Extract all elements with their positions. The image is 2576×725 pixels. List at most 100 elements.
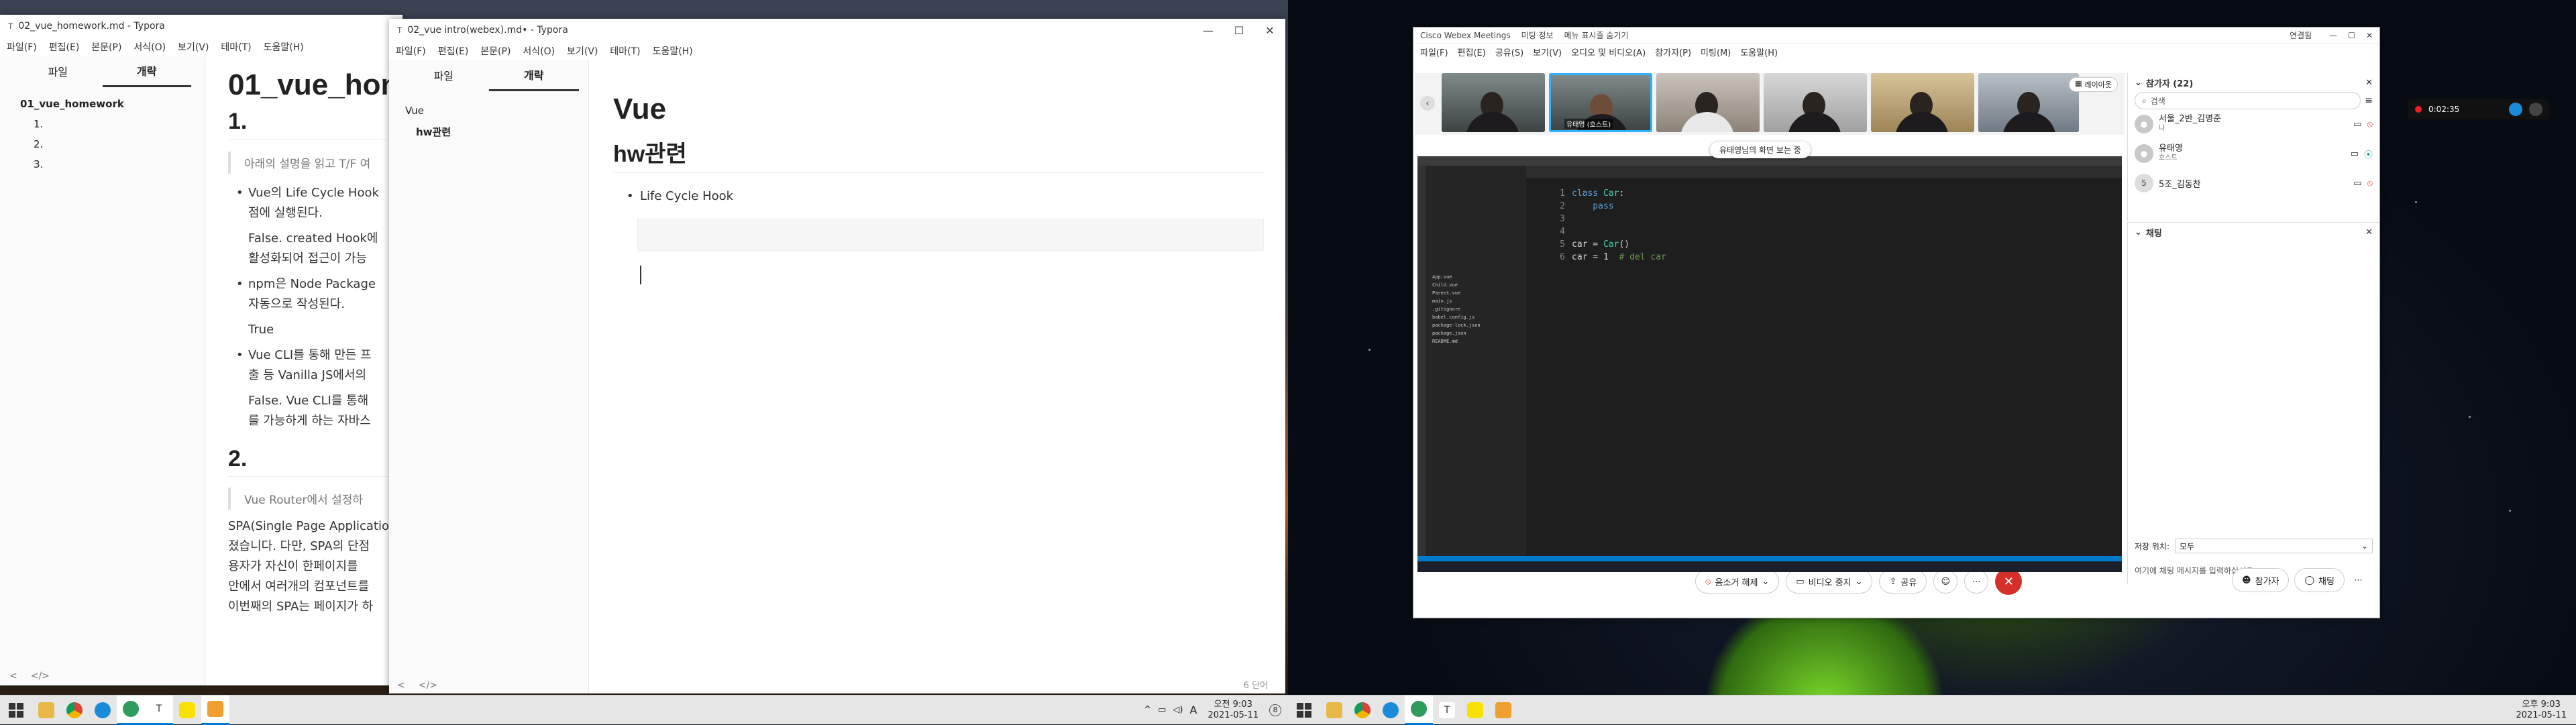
video-tile[interactable] [1871,73,1974,132]
chevron-left-icon[interactable]: < [397,680,405,691]
menu-edit[interactable]: 편집(E) [438,44,469,58]
webex-meetings-icon[interactable] [117,695,145,725]
notification-badge[interactable]: 8 [1269,704,1281,716]
shared-screen[interactable]: App.vue Child.vue Parent.vue main.js .gitign… [1417,156,2122,572]
participant-row[interactable]: ● 유태영 호스트 ▭ ⦿ [2128,139,2379,168]
menu-format[interactable]: 서식(O) [133,40,166,54]
share-button[interactable]: ⇪ 공유 [1879,569,1927,594]
typora-back-editor[interactable]: 01_vue_hom 1. 아래의 설명을 읽고 T/F 여 • Vue의 Li… [228,68,402,617]
source-code-icon[interactable]: </> [31,671,50,681]
volume-icon[interactable]: ◁) [1173,705,1183,715]
layout-button[interactable]: ▦ 레이아웃 [2069,77,2118,92]
hide-menu-link[interactable]: 메뉴 표시줄 숨기기 [1564,30,1629,41]
clock[interactable]: 오후 9:03 2021-05-11 [2516,700,2576,721]
tab-outline[interactable]: 개략 [488,60,579,91]
tab-outline[interactable]: 개략 [102,56,191,87]
collapse-icon[interactable]: ⌄ [2135,227,2142,237]
menu-view[interactable]: 보기(V) [1533,46,1562,58]
reactions-button[interactable]: ☺ [1933,569,1958,594]
app-icon[interactable] [1489,695,1517,725]
menu-edit[interactable]: 편집(E) [1458,46,1486,58]
chat-to-select[interactable]: 모두 ⌄ [2175,539,2373,553]
video-tile[interactable] [1442,73,1545,132]
menu-audio-video[interactable]: 오디오 및 비디오(A) [1571,46,1646,58]
share-stop-icon[interactable] [2509,103,2522,116]
collapse-icon[interactable]: ⌄ [2135,78,2142,88]
menu-file[interactable]: 파일(F) [7,40,37,54]
close-icon[interactable]: ✕ [2365,78,2373,88]
menu-theme[interactable]: 테마(T) [610,44,640,58]
menu-share[interactable]: 공유(S) [1495,46,1523,58]
outline-item[interactable]: hw관련 [389,121,588,143]
participant-row[interactable]: ● 서울_2반_김명준 나 ▭ ⦸ [2128,109,2379,139]
typora-back-window[interactable]: T 02_vue_homework.md - Typora 파일(F) 편집(E… [0,15,402,685]
typora-front-window[interactable]: T 02_vue intro(webex).md• - Typora — ☐ ✕… [389,19,1285,693]
maximize-icon[interactable]: ☐ [1224,19,1254,42]
file-explorer-icon[interactable] [32,695,60,725]
kakaotalk-icon[interactable] [173,695,201,725]
file-explorer-icon[interactable] [1320,695,1348,725]
menu-file[interactable]: 파일(F) [396,44,426,58]
webex-titlebar[interactable]: Cisco Webex Meetings 미팅 정보 메뉴 표시줄 숨기기 연결… [1413,27,2379,44]
tab-files[interactable]: 파일 [13,56,103,86]
ime-indicator[interactable]: A [1189,704,1197,716]
video-tile[interactable] [1978,73,2079,132]
close-icon[interactable]: ✕ [1254,19,1285,42]
meeting-info-link[interactable]: 미팅 정보 [1521,30,1554,41]
menu-meeting[interactable]: 미팅(M) [1701,46,1731,58]
menu-view[interactable]: 보기(V) [178,40,209,54]
typora-front-editor[interactable]: Vue hw관련 • Life Cycle Hook [613,93,1264,284]
minimize-icon[interactable]: — [1193,19,1224,42]
strip-prev-icon[interactable]: ‹ [1420,96,1435,111]
participant-row[interactable]: 5 5조_김동찬 ▭ ⦸ [2128,168,2379,198]
mic-off-icon[interactable] [2529,103,2542,116]
menu-participant[interactable]: 참가자(P) [1655,46,1691,58]
outline-item[interactable]: 1. [0,114,205,134]
menu-help[interactable]: 도움말(H) [264,40,304,54]
participants-button[interactable]: ☻ 참가자 [2232,568,2290,592]
minimize-icon[interactable]: — [2329,31,2337,40]
menu-theme[interactable]: 테마(T) [221,40,251,54]
typora-icon[interactable]: T [1433,695,1461,725]
outline-item[interactable]: 2. [0,134,205,154]
share-banner[interactable]: 유태영님의 화면 보는 중 [1710,142,1811,158]
maximize-icon[interactable]: ☐ [2348,31,2355,40]
menu-paragraph[interactable]: 본문(P) [480,44,511,58]
recording-widget[interactable]: 0:02:35 [2408,99,2549,119]
chrome-icon[interactable] [60,695,89,725]
code-block[interactable] [637,219,1264,251]
windows-start-icon[interactable] [1288,695,1320,725]
connection-status[interactable]: 연결됨 [2290,30,2312,41]
outline-item[interactable]: 01_vue_homework [0,94,205,114]
outline-item[interactable]: Vue [389,101,588,121]
chevron-left-icon[interactable]: < [9,671,17,681]
app-icon[interactable] [201,695,229,725]
menu-help[interactable]: 도움말(H) [653,44,693,58]
kakaotalk-icon[interactable] [1461,695,1489,725]
source-code-icon[interactable]: </> [419,680,437,691]
sort-icon[interactable]: ≡ [2365,95,2373,106]
stop-video-button[interactable]: ▭ 비디오 중지 ⌄ [1786,569,1873,594]
menu-file[interactable]: 파일(F) [1420,46,1448,58]
close-icon[interactable]: ✕ [2365,227,2373,237]
webex-meetings-icon[interactable] [1405,695,1433,725]
close-icon[interactable]: ✕ [2366,31,2373,40]
outline-item[interactable]: 3. [0,154,205,174]
menu-view[interactable]: 보기(V) [567,44,598,58]
chat-button[interactable]: ◯ 채팅 [2294,568,2345,592]
menu-help[interactable]: 도움말(H) [1740,46,1778,58]
menu-edit[interactable]: 편집(E) [49,40,80,54]
network-icon[interactable]: ▭ [1158,705,1166,715]
tray-chevron-icon[interactable]: ^ [1144,705,1151,715]
typora-icon[interactable]: T [145,695,173,725]
more-options-button[interactable]: ⋯ [1964,569,1989,594]
menu-paragraph[interactable]: 본문(P) [91,40,121,54]
chrome-icon[interactable] [1348,695,1377,725]
menu-format[interactable]: 서식(O) [523,44,555,58]
tab-files[interactable]: 파일 [398,60,489,90]
word-count[interactable]: 6 단어 [1244,678,1268,691]
clock[interactable]: 오전 9:03 2021-05-11 [1208,700,1258,721]
typora-front-titlebar[interactable]: T 02_vue intro(webex).md• - Typora — ☐ ✕ [389,19,1285,42]
more-icon[interactable]: ⋯ [2349,568,2367,592]
webex-app-icon[interactable] [89,695,117,725]
